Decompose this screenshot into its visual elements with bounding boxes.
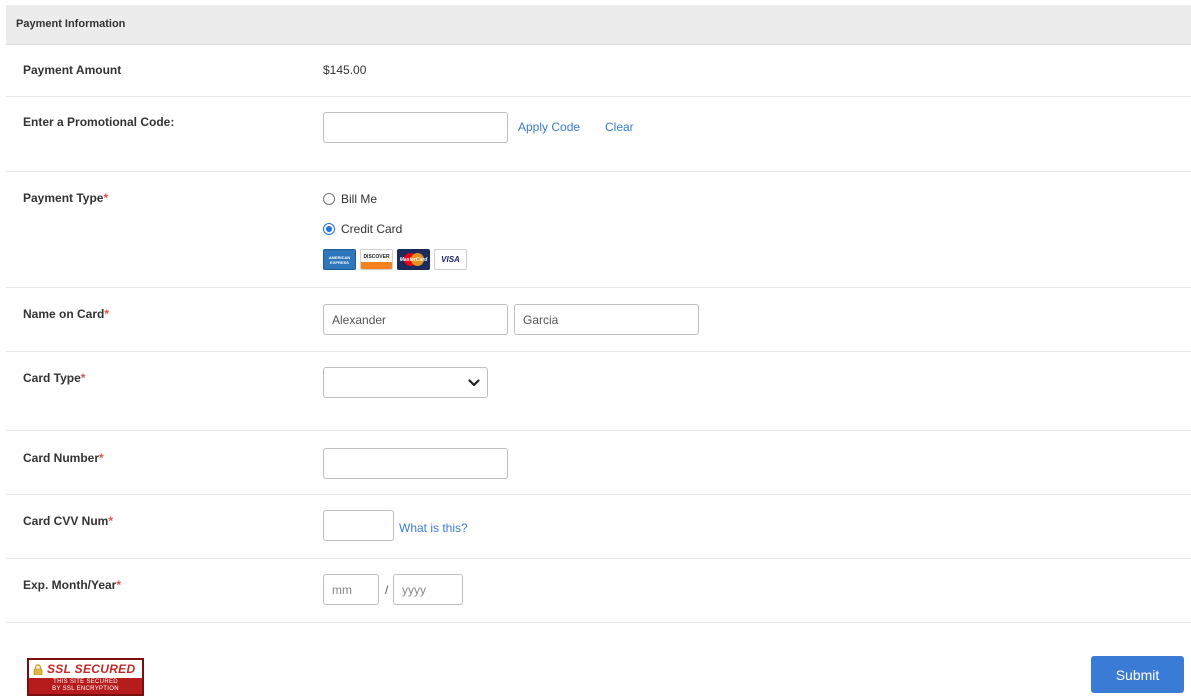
last-name-input[interactable]: Garcia — [514, 304, 699, 335]
amex-logo: AMERICAN EXPRESS — [323, 249, 356, 270]
expiry-label: Exp. Month/Year* — [23, 578, 122, 592]
promo-code-label: Enter a Promotional Code: — [23, 115, 175, 129]
payment-option-bill-me[interactable]: Bill Me — [323, 192, 377, 206]
payment-amount-value: $145.00 — [323, 63, 367, 77]
chevron-down-icon — [468, 379, 480, 387]
card-type-label: Card Type* — [23, 371, 86, 385]
submit-button[interactable]: Submit — [1091, 656, 1184, 693]
credit-card-label: Credit Card — [341, 222, 403, 236]
apply-code-link[interactable]: Apply Code — [518, 120, 580, 134]
ssl-title: SSL SECURED — [47, 662, 136, 676]
card-number-label: Card Number* — [23, 451, 104, 465]
visa-logo: VISA — [434, 249, 467, 270]
required-mark: * — [116, 578, 122, 592]
required-mark: * — [104, 307, 110, 321]
section-header: Payment Information — [6, 5, 1191, 45]
required-mark: * — [80, 371, 86, 385]
ssl-subtitle: THIS SITE SECURED BY SSL ENCRYPTION — [52, 679, 119, 692]
name-on-card-label: Name on Card* — [23, 307, 110, 321]
card-number-row: Card Number* — [6, 431, 1191, 495]
credit-card-radio[interactable] — [323, 223, 335, 235]
card-logos: AMERICAN EXPRESS DISCOVER MasterCard VIS… — [323, 249, 467, 270]
required-mark: * — [108, 514, 114, 528]
payment-type-label: Payment Type* — [23, 191, 109, 205]
payment-type-row: Payment Type* Bill Me Credit Card AMERIC… — [6, 172, 1191, 288]
bill-me-label: Bill Me — [341, 192, 378, 206]
expiry-row: Exp. Month/Year* mm / yyyy — [6, 559, 1191, 623]
mastercard-logo: MasterCard — [397, 249, 430, 270]
discover-logo: DISCOVER — [360, 249, 393, 270]
required-mark: * — [103, 191, 109, 205]
what-is-this-link[interactable]: What is this? — [399, 521, 468, 535]
bill-me-radio[interactable] — [323, 193, 335, 205]
ssl-secured-badge: SSL SECURED THIS SITE SECURED BY SSL ENC… — [27, 658, 144, 696]
required-mark: * — [99, 451, 104, 465]
card-number-input[interactable] — [323, 448, 508, 479]
payment-option-credit-card[interactable]: Credit Card — [323, 222, 402, 236]
section-title: Payment Information — [16, 18, 126, 30]
payment-amount-label: Payment Amount — [23, 63, 122, 77]
payment-amount-row: Payment Amount $145.00 — [6, 45, 1191, 97]
name-on-card-row: Name on Card* Alexander Garcia — [6, 288, 1191, 352]
cvv-row: Card CVV Num* What is this? — [6, 495, 1191, 559]
lock-icon — [33, 663, 43, 675]
promo-code-row: Enter a Promotional Code: Apply Code Cle… — [6, 97, 1191, 172]
first-name-input[interactable]: Alexander — [323, 304, 508, 335]
exp-month-input[interactable]: mm — [323, 574, 379, 605]
exp-year-input[interactable]: yyyy — [393, 574, 463, 605]
promo-code-input[interactable] — [323, 112, 508, 143]
expiry-separator: / — [385, 583, 389, 597]
clear-code-link[interactable]: Clear — [605, 120, 634, 134]
card-type-select[interactable] — [323, 367, 488, 398]
card-type-row: Card Type* — [6, 352, 1191, 431]
cvv-input[interactable] — [323, 510, 394, 541]
cvv-label: Card CVV Num* — [23, 514, 114, 528]
